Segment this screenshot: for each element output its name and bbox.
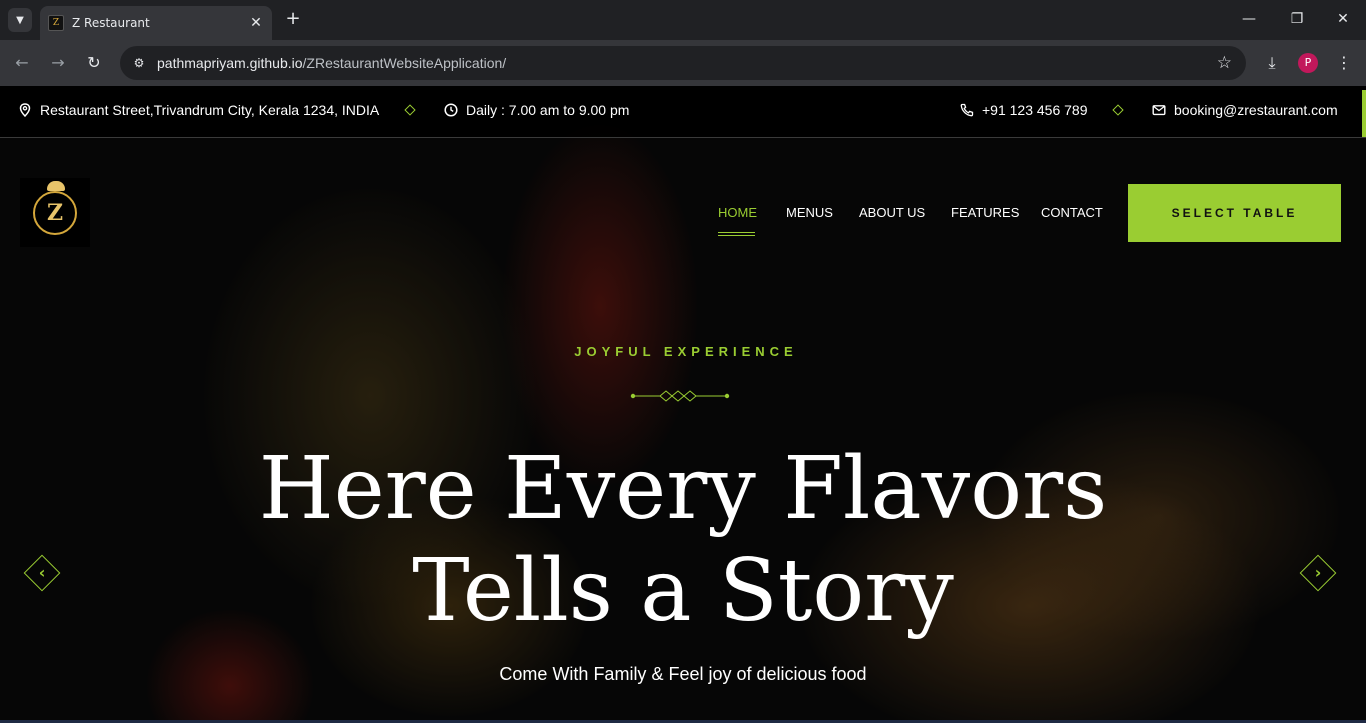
site-info-icon[interactable]: ⚙ <box>130 54 148 72</box>
hours-info: Daily : 7.00 am to 9.00 pm <box>444 102 629 118</box>
select-table-button[interactable]: SELECT TABLE <box>1128 184 1341 242</box>
tab-title: Z Restaurant <box>72 16 150 30</box>
url-host: pathmapriyam.github.io <box>157 55 303 71</box>
browser-tabbar: ▼ Z Z Restaurant ✕ + — ❐ ✕ <box>0 0 1366 40</box>
nav-about-us[interactable]: ABOUT US <box>859 205 925 220</box>
nav-active-underline <box>718 232 755 236</box>
tab-close-icon[interactable]: ✕ <box>248 15 264 31</box>
chevron-right-icon: › <box>1314 563 1322 582</box>
phone-text: +91 123 456 789 <box>982 102 1088 118</box>
menu-kebab-icon[interactable]: ⋮ <box>1332 51 1356 75</box>
headline-line-1: Here Every Flavors <box>258 439 1108 539</box>
address-bar[interactable]: ⚙ pathmapriyam.github.io/ZRestaurantWebs… <box>120 46 1246 80</box>
web-page: Restaurant Street,Trivandrum City, Keral… <box>0 86 1366 723</box>
address-text: Restaurant Street,Trivandrum City, Keral… <box>40 102 380 118</box>
location-icon <box>19 103 31 117</box>
phone-icon <box>960 103 974 117</box>
email-text: booking@zrestaurant.com <box>1174 102 1338 118</box>
logo-letter: Z <box>46 199 64 226</box>
divider-diamond <box>1112 104 1124 116</box>
headline-line-2: Tells a Story <box>412 541 954 641</box>
close-window-icon[interactable]: ✕ <box>1332 8 1354 30</box>
hours-text: Daily : 7.00 am to 9.00 pm <box>466 102 630 118</box>
tab-search-button[interactable]: ▼ <box>8 8 32 32</box>
top-info-bar: Restaurant Street,Trivandrum City, Keral… <box>0 86 1366 138</box>
chef-hat-icon <box>47 180 65 191</box>
hero-headline: Here Every Flavors Tells a Story <box>0 438 1366 642</box>
new-tab-button[interactable]: + <box>282 8 304 30</box>
back-icon[interactable]: ← <box>10 51 34 75</box>
mail-icon <box>1152 105 1166 116</box>
bookmark-star-icon[interactable]: ☆ <box>1217 53 1232 73</box>
edge-accent-bar <box>1362 90 1366 137</box>
url-path: /ZRestaurantWebsiteApplication/ <box>302 55 507 71</box>
phone-info[interactable]: +91 123 456 789 <box>960 102 1088 118</box>
nav-home[interactable]: HOME <box>718 205 757 220</box>
url-text: pathmapriyam.github.io/ZRestaurantWebsit… <box>157 55 506 71</box>
clock-icon <box>444 103 458 117</box>
chevron-left-icon: ‹ <box>38 563 46 582</box>
browser-toolbar: ← → ↻ ⚙ pathmapriyam.github.io/ZRestaura… <box>0 40 1366 86</box>
logo-emblem: Z <box>33 180 77 235</box>
favicon-icon: Z <box>48 15 64 31</box>
nav-features[interactable]: FEATURES <box>951 205 1019 220</box>
restore-icon[interactable]: ❐ <box>1286 8 1308 30</box>
email-info[interactable]: booking@zrestaurant.com <box>1152 102 1338 118</box>
address-info: Restaurant Street,Trivandrum City, Keral… <box>18 102 379 118</box>
ornament-divider <box>630 390 730 402</box>
restaurant-logo[interactable]: Z <box>20 178 90 247</box>
divider-diamond <box>404 104 416 116</box>
nav-contact[interactable]: CONTACT <box>1041 205 1103 220</box>
forward-icon[interactable]: → <box>46 51 70 75</box>
browser-tab[interactable]: Z Z Restaurant ✕ <box>40 6 272 40</box>
reload-icon[interactable]: ↻ <box>82 51 106 75</box>
nav-menus[interactable]: MENUS <box>786 205 833 220</box>
profile-avatar[interactable]: P <box>1298 53 1318 73</box>
download-icon[interactable]: ⤓ <box>1260 51 1284 75</box>
hero-subline: Come With Family & Feel joy of delicious… <box>499 664 867 684</box>
hero-eyebrow: JOYFUL EXPERIENCE <box>574 344 798 359</box>
minimize-icon[interactable]: — <box>1238 8 1260 30</box>
